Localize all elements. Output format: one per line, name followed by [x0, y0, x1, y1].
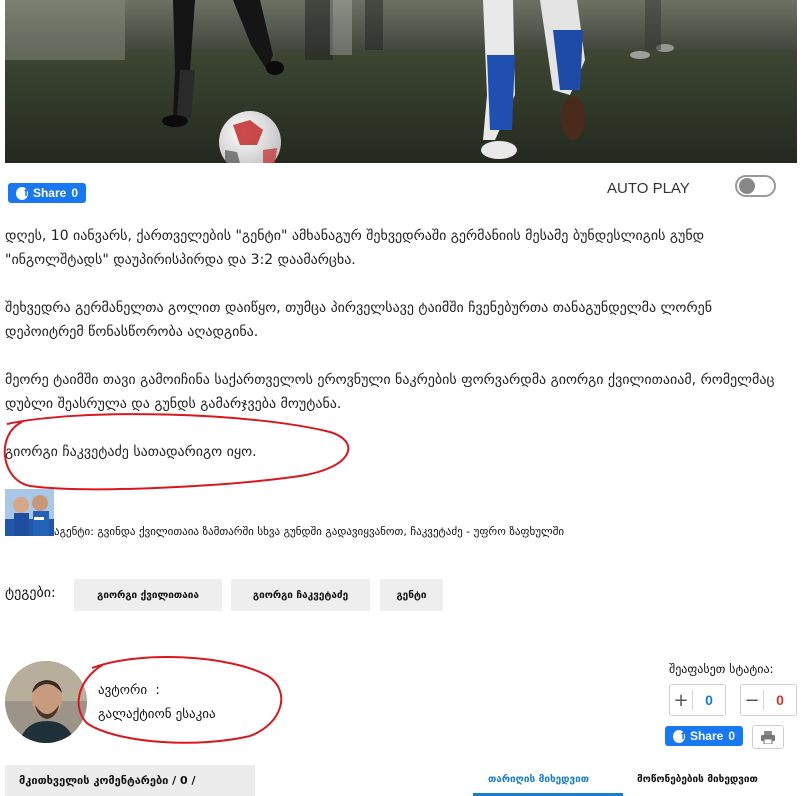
- author-name[interactable]: გალაქტიონ ესაკია: [98, 707, 216, 722]
- article-paragraph: დღეს, 10 იანვარს, ქართველების "გენტი" ამ…: [5, 228, 705, 268]
- author-photo: [5, 661, 87, 743]
- sort-tab-by-date[interactable]: თარიღის მიხედვით: [488, 774, 589, 785]
- related-article-thumbnail[interactable]: [5, 489, 54, 536]
- share-count: 0: [728, 729, 735, 743]
- author-avatar: [5, 661, 87, 743]
- annotation-oval: [77, 655, 283, 744]
- sort-tab-by-likes[interactable]: მოწონებების მიხედვით: [637, 774, 758, 785]
- facebook-icon: f: [673, 729, 685, 743]
- article-paragraph: შეხვედრა გერმანელთა გოლით დაიწყო, თუმცა …: [5, 300, 713, 340]
- share-label: Share: [689, 729, 724, 743]
- facebook-icon: f: [16, 186, 28, 200]
- author-separator: :: [155, 683, 160, 698]
- downvote-count: 0: [776, 692, 784, 708]
- football-photo: [5, 0, 797, 163]
- players-thumbnail: [5, 489, 54, 536]
- downvote-button[interactable]: − 0: [740, 684, 797, 716]
- article-paragraph: გიორგი ჩაკვეტაძე სათადარიგო იყო.: [5, 444, 257, 460]
- article-paragraph: მეორე ტაიმში თავი გამოიჩინა საქართველოს …: [5, 372, 775, 412]
- printer-icon: [761, 730, 775, 744]
- tags-label: ტეგები:: [5, 585, 56, 601]
- autoplay-label: AUTO PLAY: [607, 180, 690, 197]
- autoplay-toggle[interactable]: [735, 175, 776, 197]
- tag-link[interactable]: გიორგი ჩაკვეტაძე: [231, 579, 370, 611]
- related-article-link[interactable]: აგენტი: გვინდა ქვილითაია ზამთარში სხვა გ…: [54, 525, 564, 538]
- upvote-count: 0: [705, 692, 713, 708]
- comments-header: მკითხველის კომენტარები / 0 /: [5, 765, 255, 796]
- plus-icon: +: [673, 689, 689, 711]
- upvote-button[interactable]: + 0: [669, 684, 726, 716]
- share-count: 0: [71, 186, 78, 200]
- toggle-knob: [739, 178, 755, 194]
- share-label: Share: [32, 186, 67, 200]
- minus-icon: −: [744, 689, 760, 711]
- print-button[interactable]: [752, 725, 784, 749]
- facebook-share-button-bottom[interactable]: f Share 0: [665, 726, 743, 746]
- author-label: ავტორი: [98, 683, 148, 698]
- comments-header-label: მკითხველის კომენტარები / 0 /: [19, 774, 196, 787]
- tag-link[interactable]: გენტი: [380, 579, 443, 611]
- facebook-share-button[interactable]: f Share 0: [8, 183, 86, 203]
- author-label-line: ავტორი :: [98, 683, 160, 698]
- article-hero-image: [5, 0, 797, 163]
- rate-article-label: შეაფასეთ სტატია:: [669, 662, 774, 676]
- tag-link[interactable]: გიორგი ქვილითაია: [74, 579, 222, 611]
